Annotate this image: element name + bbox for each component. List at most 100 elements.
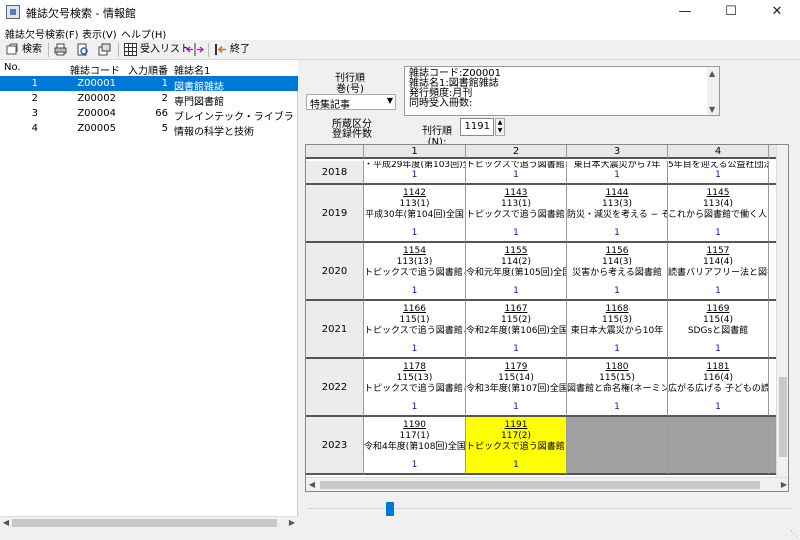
grid-icon [124,42,137,56]
issue-title: トピックスで追う図書館とその [364,326,465,336]
scrollbar-thumb[interactable] [779,377,787,457]
zoom-slider-thumb[interactable] [386,502,394,516]
issue-number: 1166 [403,304,426,314]
issue-number: 1144 [605,188,629,198]
grid-issue-cell[interactable]: 1181 116(4) 広がる広げる 子どもの読書 1 [668,359,769,417]
issue-number: 1179 [504,362,528,372]
list-cell-no: 2 [31,93,38,104]
grid-issue-cell[interactable]: 1180 115(15) 図書館と命名権(ネーミング 1 [567,359,668,417]
grid-issue-cell[interactable]: トピックスで追う図書館とその1 [466,161,567,185]
menu-bar: 雑誌欠号検索(F) 表示(V) ヘルプ(H) [0,24,800,41]
maximize-button[interactable]: ☐ [708,0,754,24]
grid-issue-cell[interactable]: 1179 115(14) 令和3年度(第107回)全国 1 [466,359,567,417]
grid-issue-cell[interactable]: 1157114(4)読書バリアフリー法と図書館 1 [668,243,769,301]
close-button[interactable]: ✕ [754,0,800,24]
grid-issue-cell[interactable]: 1142 113(1) 平成30年(第104回)全国 1 [364,185,466,243]
list-item[interactable]: 4 Z00005 5 情報の科学と技術 [0,121,298,138]
grid-issue-cell[interactable]: 1145113(4)これから図書館で働く人たちへ 1 [668,185,769,243]
grid-issue-cell[interactable]: 1156 114(3) 災害から考える図書館 1 [567,243,668,301]
list-item[interactable]: 3Z0000466ブレインテック・ライブラリー・リポ… [0,106,298,123]
publish-order-input[interactable]: 1191 [460,118,494,136]
scroll-right-icon[interactable]: ▶ [778,479,788,491]
issue-title: 令和元年度(第105回)全国 [466,268,567,278]
list-cell-no: 4 [31,123,38,134]
print-button[interactable] [54,42,70,58]
issue-number: 1180 [605,362,629,372]
grid-issue-cell[interactable]: 1155 114(2) 令和元年度(第105回)全国 1 [466,243,567,301]
issue-number: 1190 [403,420,426,430]
grid-vertical-scrollbar[interactable] [776,145,788,479]
grid-issue-cell[interactable]: 1143113(1)トピックスで追う図書館とその 1 [466,185,567,243]
grid-issue-cell[interactable]: 1168 115(3) 東日本大震災から10年 1 [567,301,668,359]
grid-issue-cell[interactable] [567,417,668,475]
col-header-code[interactable]: 雑誌コード [70,62,120,77]
info-line: 同時受入冊数: [409,98,473,109]
grid-issue-cell[interactable]: ・平成29年度(第103回)全 1 [364,161,466,185]
issue-volume: 113(13) [396,257,433,267]
list-item[interactable]: 2 Z00002 2 専門図書館 [0,91,298,108]
issue-number: 1157 [706,246,730,256]
issue-count: 1 [715,286,721,296]
grid-issue-cell[interactable]: 1144113(3)防災・減災を考える − そのE 1 [567,185,668,243]
info-scrollbar[interactable]: ▲ ▼ [707,67,719,115]
issue-volume: 115(13) [396,373,433,383]
grid-issue-cell[interactable]: 東日本大震災から7年 1 [567,161,668,185]
export-button[interactable] [98,42,114,58]
grid-issue-cell[interactable]: 1191117(2)トピックスで追う図書館とその 1 [466,417,567,475]
menu-file[interactable]: 雑誌欠号検索(F) [5,26,79,41]
issue-number: 1191 [504,420,528,430]
feature-select[interactable]: 特集記事 ▼ [306,94,396,111]
issue-count: 1 [411,344,418,354]
list-header: No. 雑誌コード 入力順番 雑誌名1 [0,60,298,77]
scroll-right-icon[interactable]: ▶ [286,517,298,529]
resize-grip-icon[interactable]: ⋱ [790,529,798,538]
minimize-button[interactable]: — [662,0,708,24]
issue-count: 1 [715,228,721,238]
preview-button[interactable] [76,42,92,58]
grid-horizontal-scrollbar[interactable]: ◀ ▶ [306,477,788,491]
col-header-order[interactable]: 入力順番 [128,62,168,77]
grid-issue-cell[interactable]: 1169 115(4) SDGsと図書館 1 [668,301,769,359]
publish-order-spinner[interactable]: ▲ ▼ [495,118,505,136]
scroll-down-icon[interactable]: ▼ [709,105,715,115]
issue-volume: 114(2) [501,257,531,267]
list-horizontal-scrollbar[interactable]: ◀ ▶ [0,516,298,528]
issue-count: 1 [715,402,721,412]
spin-up-icon[interactable]: ▲ [496,119,504,127]
scrollbar-thumb[interactable] [12,519,277,527]
list-cell-order: 2 [161,93,168,104]
menu-view[interactable]: 表示(V) [82,26,117,41]
issue-count: 1 [614,228,620,238]
grid-year-header: 2020 [306,243,364,301]
grid-issue-cell[interactable]: 5年目を迎える公益社団法ノ1 [668,161,769,185]
zoom-slider-track[interactable] [308,508,792,512]
scroll-left-icon[interactable]: ◀ [306,479,318,491]
search-button[interactable]: 検索 [6,42,42,58]
grid-issue-cell[interactable] [668,417,769,475]
issue-number: 1154 [403,246,426,256]
grid-issue-cell[interactable]: 1167 115(2) 令和2年度(第106回)全国 1 [466,301,567,359]
grid-issue-cell[interactable]: 1166115(1)トピックスで追う図書館とその 1 [364,301,466,359]
spin-down-icon[interactable]: ▼ [496,127,504,135]
menu-help[interactable]: ヘルプ(H) [121,26,166,41]
scrollbar-thumb[interactable] [320,481,760,489]
col-header-name[interactable]: 雑誌名1 [174,62,210,77]
issue-number: 1156 [605,246,629,256]
accept-list-button[interactable]: 受入リスト [124,42,190,58]
list-cell-name: 情報の科学と技術 [174,127,254,138]
grid-issue-cell[interactable]: 1178115(13)トピックスで追う図書館とその 1 [364,359,466,417]
list-item[interactable]: 1 Z00001 1 図書館雑誌 [0,76,298,93]
issue-count: 1 [411,170,418,180]
exit-button[interactable]: 終了 [214,42,250,58]
grid-issue-cell[interactable]: 1190 117(1) 令和4年度(第108回)全国 1 [364,417,466,475]
issue-title: 平成30年(第104回)全国 [365,210,464,220]
scroll-left-icon[interactable]: ◀ [0,517,12,529]
column-width-button[interactable] [186,42,207,58]
col-header-no[interactable]: No. [4,62,21,73]
print-icon [54,43,67,56]
issue-grid: 12342018・平成29年度(第103回)全1トピックスで追う図書館とその1東… [305,144,789,492]
registered-count-label: 登録件数 [332,129,372,140]
issue-count: 1 [513,170,519,180]
scroll-up-icon[interactable]: ▲ [709,69,715,79]
grid-issue-cell[interactable]: 1154113(13)トピックスで追う図書館とその 1 [364,243,466,301]
